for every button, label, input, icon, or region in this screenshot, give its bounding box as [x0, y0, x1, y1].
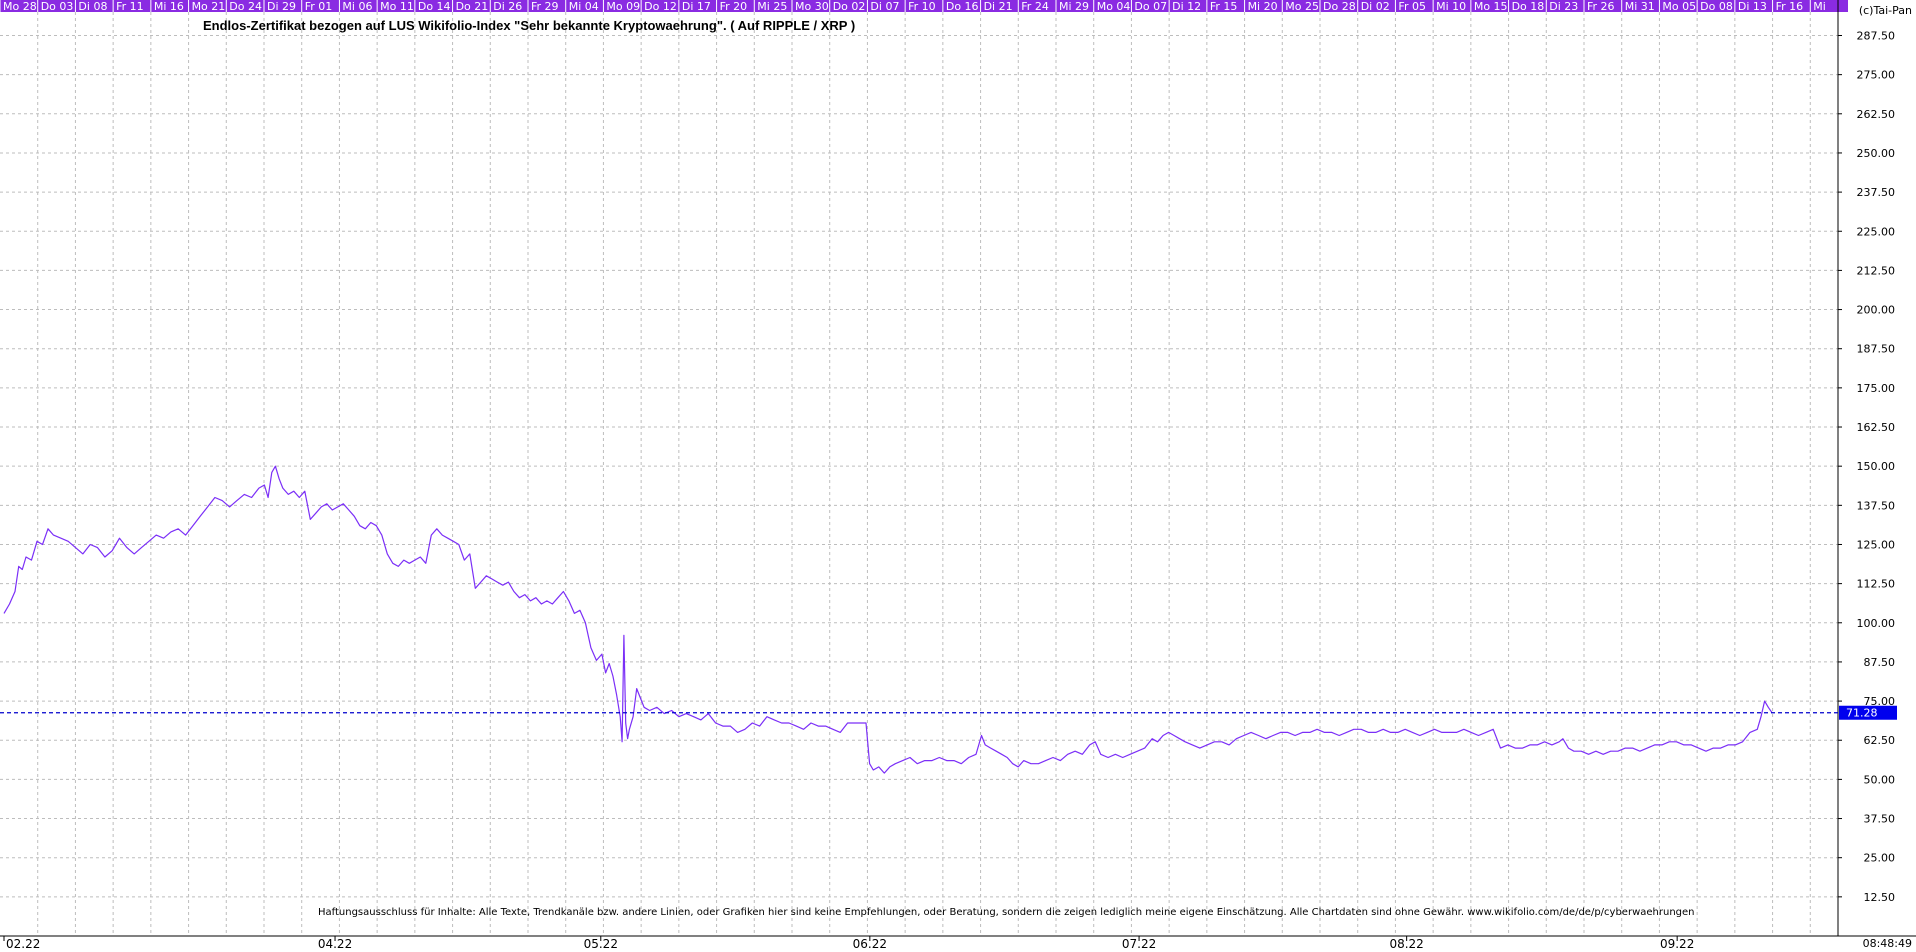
y-tick-label: 87.50 [1864, 656, 1896, 669]
y-tick-label: 25.00 [1864, 852, 1896, 865]
date-label: Mo 05 [1662, 0, 1696, 13]
date-label: Di 07 [870, 0, 899, 13]
date-label: Mo 25 [1285, 0, 1319, 13]
date-label: Di 02 [1361, 0, 1390, 13]
y-tick-label: 100.00 [1857, 617, 1896, 630]
date-label: Fr 20 [720, 0, 748, 13]
date-label: Mi [1813, 0, 1826, 13]
date-label: Fr 16 [1776, 0, 1804, 13]
date-label: Mo 28 [3, 0, 37, 13]
date-label: Mo 11 [380, 0, 414, 13]
series-line [3, 465, 1773, 774]
timestamp-label: 08:48:49 [1863, 937, 1912, 950]
date-label: Do 12 [644, 0, 677, 13]
y-tick-label: 162.50 [1857, 421, 1896, 434]
y-tick-label: 275.00 [1857, 69, 1896, 82]
x-month-label: 02.22 [6, 937, 40, 951]
date-label: Mo 15 [1474, 0, 1508, 13]
x-axis: 02.22 04.22 05.22 06.22 07.22 08.22 09.22 [0, 935, 1916, 951]
date-label: Di 21 [984, 0, 1013, 13]
chart-title: Endlos-Zertifikat bezogen auf LUS Wikifo… [203, 18, 855, 33]
y-tick-label: 237.50 [1857, 186, 1896, 199]
date-label: Do 18 [1512, 0, 1545, 13]
x-month-label: 06.22 [853, 937, 887, 951]
y-axis: 12.5025.0037.5050.0062.5075.0087.50100.0… [1837, 0, 1896, 936]
date-label: Fr 01 [305, 0, 333, 13]
date-label: Di 29 [267, 0, 296, 13]
date-label: Mo 21 [192, 0, 226, 13]
date-label: Fr 10 [908, 0, 936, 13]
x-month-label: 05.22 [584, 937, 618, 951]
date-label: Fr 26 [1587, 0, 1615, 13]
copyright-label: (c)Tai-Pan [1859, 4, 1912, 17]
date-label: Di 26 [493, 0, 522, 13]
chart-root: Mo 28 Do 03 Di 08 Fr 11 Mi 16 Mo 21 Do 24 Di 29… [0, 0, 1916, 952]
x-month-label: 04.22 [318, 937, 352, 951]
date-label: Fr 05 [1398, 0, 1426, 13]
date-label: Fr 15 [1210, 0, 1238, 13]
date-label: Fr 29 [531, 0, 559, 13]
y-tick-label: 137.50 [1857, 499, 1896, 512]
date-label: Do 14 [418, 0, 451, 13]
y-tick-label: 125.00 [1857, 538, 1896, 551]
date-label: Di 12 [1172, 0, 1201, 13]
date-label: Di 08 [78, 0, 107, 13]
date-label: Do 16 [946, 0, 979, 13]
y-tick-label: 225.00 [1857, 225, 1896, 238]
y-tick-label: 287.50 [1857, 29, 1896, 42]
date-label: Do 07 [1134, 0, 1167, 13]
date-label: Mi 16 [154, 0, 184, 13]
date-label: Do 02 [833, 0, 866, 13]
date-label: Do 08 [1700, 0, 1733, 13]
price-chart: Mo 28 Do 03 Di 08 Fr 11 Mi 16 Mo 21 Do 24 Di 29… [0, 0, 1916, 951]
date-label: Mi 31 [1625, 0, 1655, 13]
overlay-layer: 71.28 [0, 705, 1897, 720]
series-layer [3, 465, 1773, 774]
date-label: Fr 24 [1021, 0, 1049, 13]
y-tick-label: 12.50 [1864, 891, 1896, 904]
date-header-bar: Mo 28 Do 03 Di 08 Fr 11 Mi 16 Mo 21 Do 24 Di 29… [0, 0, 1848, 13]
disclaimer-text: Haftungsausschluss für Inhalte: Alle Tex… [318, 907, 1695, 918]
y-tick-label: 187.50 [1857, 343, 1896, 356]
y-tick-label: 175.00 [1857, 382, 1896, 395]
date-label: Di 17 [682, 0, 711, 13]
grid-layer [0, 12, 1838, 936]
date-label: Mi 10 [1436, 0, 1466, 13]
date-label: Do 24 [229, 0, 262, 13]
date-label: Mo 09 [606, 0, 640, 13]
date-label: Mi 04 [569, 0, 599, 13]
current-value-label: 71.28 [1846, 707, 1878, 720]
date-label: Do 03 [41, 0, 74, 13]
date-label: Di 23 [1549, 0, 1578, 13]
date-label: Mi 29 [1059, 0, 1089, 13]
x-month-label: 07.22 [1122, 937, 1156, 951]
date-label: Fr 11 [116, 0, 144, 13]
date-label: Do 28 [1323, 0, 1356, 13]
date-label: Mi 06 [342, 0, 372, 13]
x-month-label: 08.22 [1389, 937, 1423, 951]
y-tick-label: 200.00 [1857, 304, 1896, 317]
date-label: Mo 30 [795, 0, 829, 13]
date-label: Mi 20 [1248, 0, 1278, 13]
date-label: Do 21 [456, 0, 489, 13]
y-tick-label: 62.50 [1864, 734, 1896, 747]
y-tick-label: 262.50 [1857, 108, 1896, 121]
y-tick-label: 250.00 [1857, 147, 1896, 160]
date-label: Di 13 [1738, 0, 1767, 13]
date-label: Mi 25 [757, 0, 787, 13]
date-label: Mo 04 [1097, 0, 1131, 13]
y-tick-label: 150.00 [1857, 460, 1896, 473]
y-tick-label: 112.50 [1857, 578, 1896, 591]
x-month-label: 09.22 [1660, 937, 1694, 951]
y-tick-label: 212.50 [1857, 264, 1896, 277]
y-tick-label: 37.50 [1864, 813, 1896, 826]
y-tick-label: 50.00 [1864, 773, 1896, 786]
